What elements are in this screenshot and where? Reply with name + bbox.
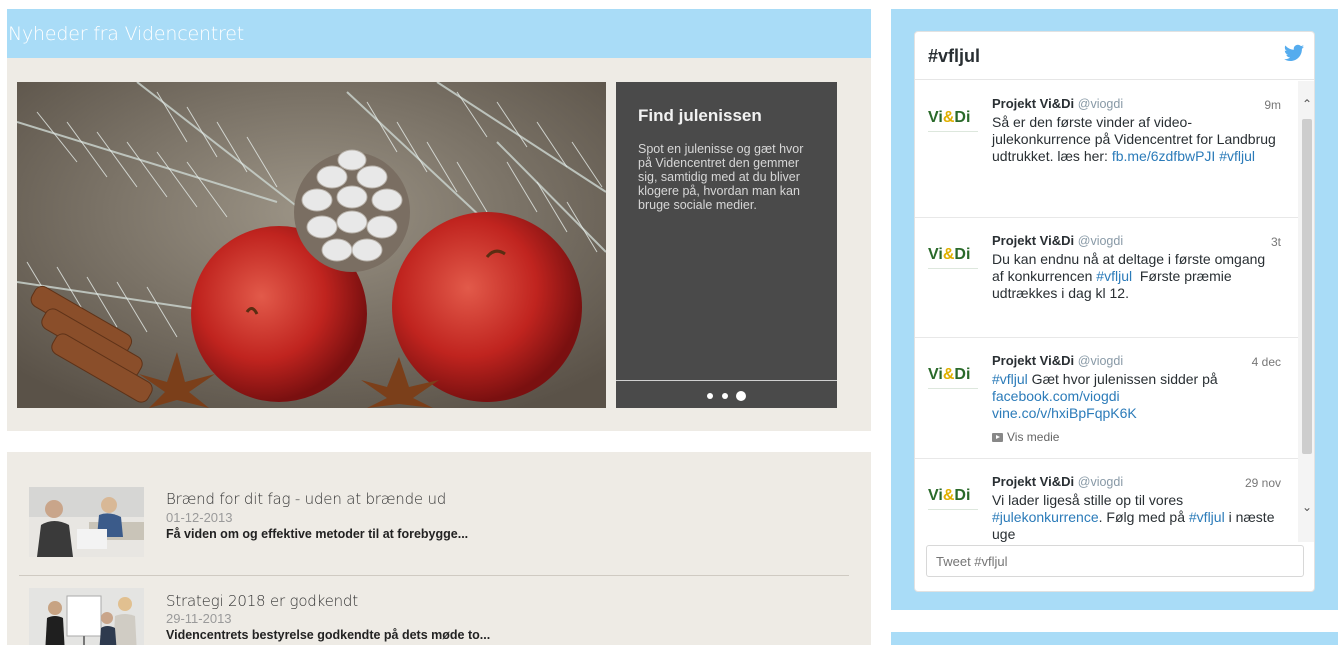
view-media-label: Vis medie — [1007, 430, 1060, 444]
slide-caption-text: Spot en julenisse og gæt hvor på Vidence… — [638, 142, 804, 212]
avatar[interactable]: Vi&Di — [928, 366, 978, 406]
avatar[interactable]: Vi&Di — [928, 487, 978, 527]
hashtag-title[interactable]: #vfljul — [928, 46, 980, 67]
tweet-author[interactable]: Projekt Vi&Di @viogdi — [992, 96, 1123, 111]
tweet-link[interactable]: fb.me/6zdfbwPJI — [1112, 148, 1216, 164]
slider-pagination — [616, 387, 837, 401]
news-thumbnail-presentation[interactable] — [29, 588, 144, 645]
tweet-text-part: Gæt hvor julenissen sidder på — [1027, 371, 1218, 387]
avatar-text: Di — [954, 109, 971, 126]
slider-dot-3-active[interactable] — [735, 390, 746, 401]
slider-dot-1[interactable] — [707, 392, 714, 399]
avatar-text: & — [942, 366, 955, 383]
author-handle[interactable]: @viogdi — [1078, 97, 1123, 111]
tweet-text: #vfljul Gæt hvor julenissen sidder på fa… — [992, 371, 1277, 422]
tweet-stream[interactable]: Vi&Di Projekt Vi&Di @viogdi 9m Så er den… — [915, 81, 1314, 542]
tweet-timestamp[interactable]: 29 nov — [1245, 476, 1281, 490]
author-handle[interactable]: @viogdi — [1078, 234, 1123, 248]
author-name[interactable]: Projekt Vi&Di — [992, 96, 1074, 111]
twitter-bird-icon[interactable] — [1284, 44, 1304, 62]
author-name[interactable]: Projekt Vi&Di — [992, 353, 1074, 368]
avatar[interactable]: Vi&Di — [928, 109, 978, 149]
tweet-timestamp[interactable]: 9m — [1264, 98, 1281, 112]
news-item-title[interactable]: Brænd for dit fag - uden at brænde ud — [166, 490, 446, 508]
avatar-text: Vi — [928, 366, 943, 383]
tweet[interactable]: Vi&Di Projekt Vi&Di @viogdi 9m Så er den… — [915, 81, 1298, 218]
avatar-text: Di — [954, 246, 971, 263]
tweet-stream-scrollbar[interactable]: ⌃ ⌄ — [1298, 81, 1314, 542]
hashtag-link[interactable]: #vfljul — [1189, 509, 1225, 525]
news-slider: Find julenissen Spot en julenisse og gæt… — [7, 58, 871, 431]
presentation-photo-illustration — [29, 588, 144, 645]
news-section-title: Nyheder fra Videncentret — [8, 23, 244, 45]
avatar-text: & — [942, 109, 955, 126]
avatar-text: Vi — [928, 487, 943, 504]
slide-image-christmas-apples[interactable] — [17, 82, 606, 408]
tweet-author[interactable]: Projekt Vi&Di @viogdi — [992, 233, 1123, 248]
tweet-link[interactable]: vine.co/v/hxiBpFqpK6K — [992, 405, 1137, 421]
tweet-timestamp[interactable]: 4 dec — [1252, 355, 1281, 369]
author-name[interactable]: Projekt Vi&Di — [992, 233, 1074, 248]
avatar-text: Vi — [928, 109, 943, 126]
author-handle[interactable]: @viogdi — [1078, 354, 1123, 368]
hashtag-link[interactable]: #vfljul — [1096, 268, 1132, 284]
apples-pinecone-illustration — [17, 82, 606, 408]
hashtag-link[interactable]: #vfljul — [992, 371, 1028, 387]
tweet-text: Du kan endnu nå at deltage i første omga… — [992, 251, 1277, 302]
tweet[interactable]: Vi&Di Projekt Vi&Di @viogdi 29 nov Vi la… — [915, 459, 1298, 542]
hashtag-link[interactable]: #vfljul — [1219, 148, 1255, 164]
tweet[interactable]: Vi&Di Projekt Vi&Di @viogdi 3t Du kan en… — [915, 218, 1298, 338]
author-name[interactable]: Projekt Vi&Di — [992, 474, 1074, 489]
news-thumbnail-meeting[interactable] — [29, 487, 144, 557]
scrollbar-thumb[interactable] — [1302, 119, 1312, 454]
tweet-text: Så er den første vinder af video-julekon… — [992, 114, 1277, 165]
media-icon — [992, 433, 1003, 442]
avatar-text: Di — [954, 366, 971, 383]
tweet-author[interactable]: Projekt Vi&Di @viogdi — [992, 474, 1123, 489]
news-item-excerpt: Få viden om og effektive metoder til at … — [166, 527, 469, 541]
tweet-text-part: . Følg med på — [1098, 509, 1189, 525]
caption-divider — [616, 380, 837, 381]
news-section-header: Nyheder fra Videncentret — [7, 9, 871, 58]
avatar-text: Di — [954, 487, 971, 504]
meeting-photo-illustration — [29, 487, 144, 557]
slide-caption: Find julenissen Spot en julenisse og gæt… — [616, 82, 837, 408]
tweet[interactable]: Vi&Di Projekt Vi&Di @viogdi 4 dec #vflju… — [915, 338, 1298, 459]
slider-dot-2[interactable] — [721, 392, 728, 399]
news-item-title[interactable]: Strategi 2018 er godkendt — [166, 592, 358, 610]
avatar[interactable]: Vi&Di — [928, 246, 978, 286]
scroll-up-icon[interactable]: ⌃ — [1298, 93, 1314, 115]
next-widget-frame — [891, 632, 1338, 645]
tweet-text: Vi lader ligeså stille op til vores #jul… — [992, 492, 1277, 542]
tweet-timestamp[interactable]: 3t — [1271, 235, 1281, 249]
slide-caption-title[interactable]: Find julenissen — [638, 106, 762, 126]
twitter-timeline-widget: #vfljul Vi&Di Projekt Vi&Di @viogdi 9m S… — [914, 31, 1315, 592]
news-item-date: 01-12-2013 — [166, 510, 233, 525]
avatar-text: Vi — [928, 246, 943, 263]
twitter-section: #vfljul Vi&Di Projekt Vi&Di @viogdi 9m S… — [891, 9, 1338, 610]
widget-header: #vfljul — [915, 32, 1314, 80]
scroll-down-icon[interactable]: ⌄ — [1298, 496, 1314, 518]
news-item[interactable]: Strategi 2018 er godkendt 29-11-2013 Vid… — [7, 552, 871, 645]
tweet-compose-input[interactable] — [926, 545, 1304, 577]
news-item-excerpt: Videncentrets bestyrelse godkendte på de… — [166, 628, 491, 642]
avatar-text: & — [942, 246, 955, 263]
news-list: Brænd for dit fag - uden at brænde ud 01… — [7, 452, 871, 645]
view-media-button[interactable]: Vis medie — [992, 430, 1059, 444]
news-item[interactable]: Brænd for dit fag - uden at brænde ud 01… — [7, 452, 871, 557]
avatar-text: & — [942, 487, 955, 504]
tweet-author[interactable]: Projekt Vi&Di @viogdi — [992, 353, 1123, 368]
author-handle[interactable]: @viogdi — [1078, 475, 1123, 489]
tweet-link[interactable]: facebook.com/viogdi — [992, 388, 1120, 404]
tweet-text-part: Vi lader ligeså stille op til vores — [992, 492, 1184, 508]
hashtag-link[interactable]: #julekonkurrence — [992, 509, 1099, 525]
news-item-date: 29-11-2013 — [166, 611, 232, 626]
